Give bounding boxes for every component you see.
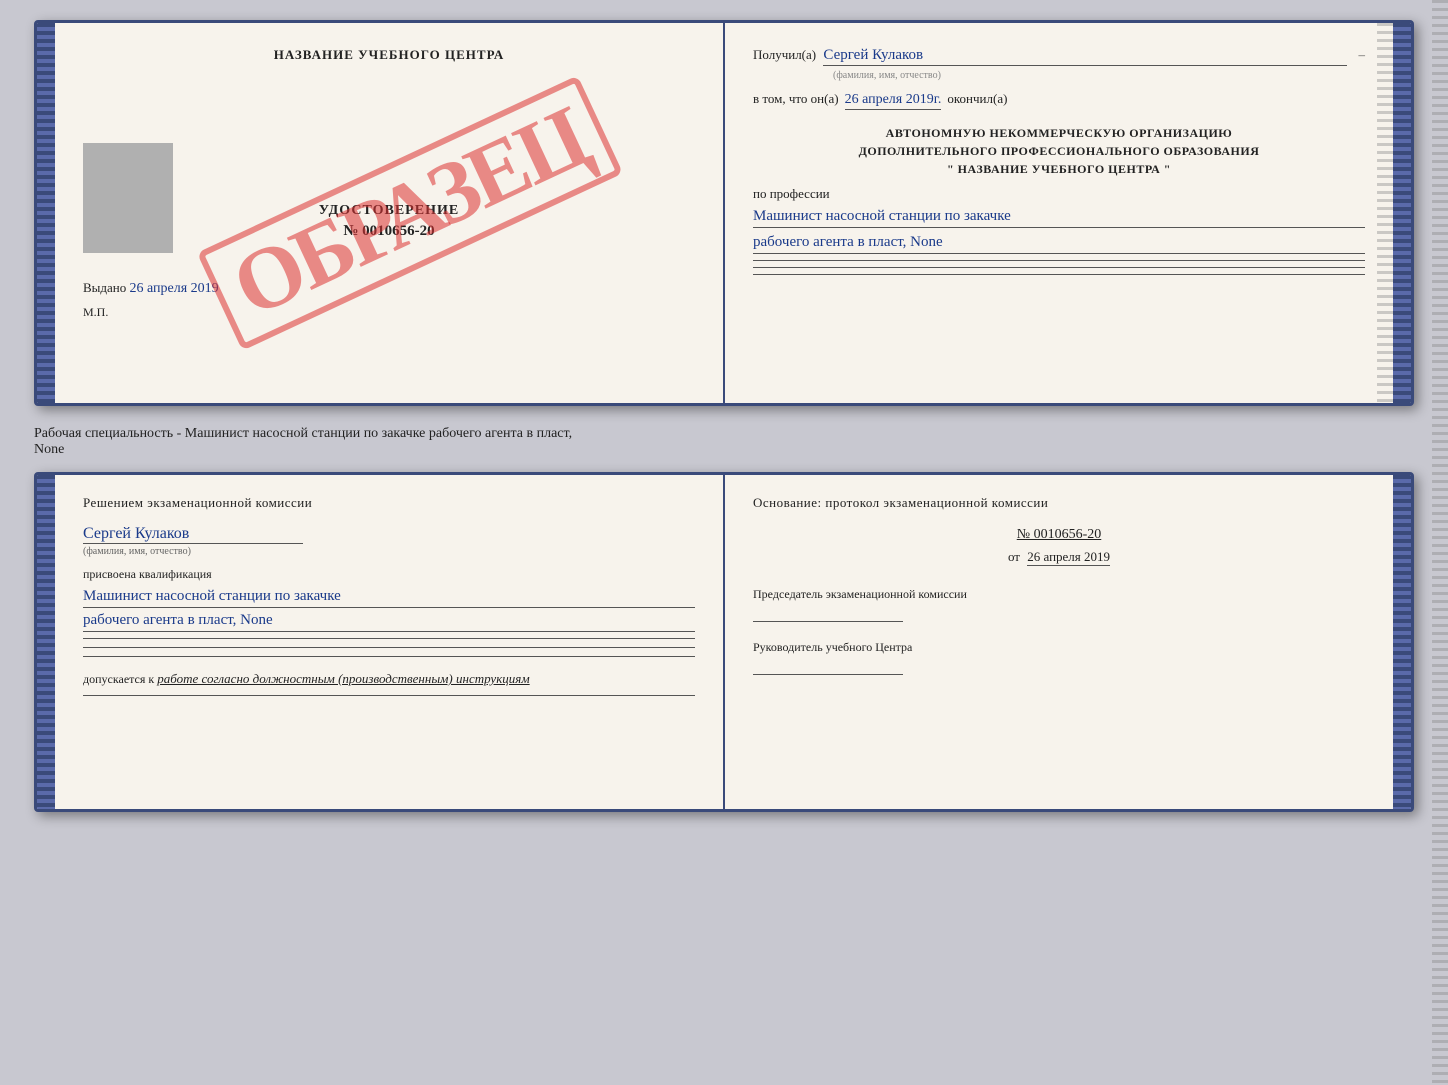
bottom-sep4 bbox=[83, 695, 695, 696]
bottom-right-page: Основание: протокол экзаменационной коми… bbox=[725, 475, 1393, 809]
org-line1: АВТОНОМНУЮ НЕКОММЕРЧЕСКУЮ ОРГАНИЗАЦИЮ bbox=[753, 124, 1365, 142]
prisvoena-label: присвоена квалификация bbox=[83, 567, 695, 582]
vtom-label: в том, что он(а) bbox=[753, 91, 839, 107]
photo-placeholder bbox=[83, 143, 173, 253]
between-line2: None bbox=[34, 442, 1414, 458]
bottom-document: Решением экзаменационной комиссии Сергей… bbox=[34, 472, 1414, 812]
bottom-date-row: от 26 апреля 2019 bbox=[753, 549, 1365, 565]
predsedatel-sig-line bbox=[753, 621, 903, 622]
poluchil-name: Сергей Кулаков bbox=[823, 47, 1346, 66]
poluchil-label: Получил(а) bbox=[753, 47, 816, 63]
bottom-right-border bbox=[1393, 475, 1411, 809]
bottom-sep1 bbox=[83, 638, 695, 639]
top-left-page: НАЗВАНИЕ УЧЕБНОГО ЦЕНТРА ОБРАЗЕЦ УДОСТОВ… bbox=[55, 23, 725, 403]
resheniem-label: Решением экзаменационной комиссии bbox=[83, 495, 695, 511]
ot-date: 26 апреля 2019 bbox=[1027, 549, 1110, 566]
poluchil-row: Получил(а) Сергей Кулаков – bbox=[753, 47, 1365, 66]
vydano-date: 26 апреля 2019 bbox=[130, 281, 219, 296]
bottom-sep2 bbox=[83, 647, 695, 648]
cert-school-name: НАЗВАНИЕ УЧЕБНОГО ЦЕНТРА bbox=[83, 47, 695, 63]
familiya-hint: (фамилия, имя, отчество) bbox=[833, 70, 1365, 81]
profession-line2: рабочего агента в пласт, None bbox=[753, 234, 1365, 254]
ot-label: от bbox=[1008, 549, 1020, 564]
bottom-name: Сергей Кулаков bbox=[83, 525, 303, 544]
bottom-profession-line2: рабочего агента в пласт, None bbox=[83, 612, 695, 632]
rukovoditel-label: Руководитель учебного Центра bbox=[753, 638, 1365, 656]
right-edge-decoration bbox=[1377, 23, 1393, 403]
bottom-left-border bbox=[37, 475, 55, 809]
bottom-number: № 0010656-20 bbox=[753, 527, 1365, 543]
separator2 bbox=[753, 267, 1365, 268]
cert-number: № 0010656-20 bbox=[83, 223, 695, 240]
separator1 bbox=[753, 260, 1365, 261]
vydano-row: Выдано 26 апреля 2019 bbox=[83, 280, 695, 297]
right-border-decoration bbox=[1393, 23, 1411, 403]
dopusk-value: работе согласно должностным (производств… bbox=[157, 671, 529, 686]
mp-label: М.П. bbox=[83, 305, 695, 320]
bottom-sep3 bbox=[83, 656, 695, 657]
dopusk-row: допускается к работе согласно должностны… bbox=[83, 671, 695, 687]
vtom-row: в том, что он(а) 26 апреля 2019г. окончи… bbox=[753, 91, 1365, 110]
osnovanie-label: Основание: протокол экзаменационной коми… bbox=[753, 495, 1365, 511]
org-line2: ДОПОЛНИТЕЛЬНОГО ПРОФЕССИОНАЛЬНОГО ОБРАЗО… bbox=[753, 142, 1365, 160]
between-line1: Рабочая специальность - Машинист насосно… bbox=[34, 426, 1414, 442]
okonchil-label: окончил(а) bbox=[947, 91, 1007, 107]
bottom-left-page: Решением экзаменационной комиссии Сергей… bbox=[55, 475, 725, 809]
rukovoditel-sig-line bbox=[753, 674, 903, 675]
predsedatel-label: Председатель экзаменационной комиссии bbox=[753, 585, 1365, 603]
dopusk-label: допускается к bbox=[83, 672, 154, 686]
org-line3: " НАЗВАНИЕ УЧЕБНОГО ЦЕНТРА " bbox=[753, 160, 1365, 178]
left-border-decoration bbox=[37, 23, 55, 403]
between-text-block: Рабочая специальность - Машинист насосно… bbox=[34, 422, 1414, 462]
udostoverenie-label: УДОСТОВЕРЕНИЕ bbox=[83, 203, 695, 219]
bottom-profession-line1: Машинист насосной станции по закачке bbox=[83, 588, 695, 608]
separator3 bbox=[753, 274, 1365, 275]
vtom-date: 26 апреля 2019г. bbox=[845, 92, 942, 110]
profession-line1: Машинист насосной станции по закачке bbox=[753, 208, 1365, 228]
vydano-label: Выдано bbox=[83, 280, 126, 295]
top-right-page: Получил(а) Сергей Кулаков – (фамилия, им… bbox=[725, 23, 1393, 403]
po-professii-label: по профессии bbox=[753, 186, 1365, 202]
org-name-block: АВТОНОМНУЮ НЕКОММЕРЧЕСКУЮ ОРГАНИЗАЦИЮ ДО… bbox=[753, 124, 1365, 178]
top-document: НАЗВАНИЕ УЧЕБНОГО ЦЕНТРА ОБРАЗЕЦ УДОСТОВ… bbox=[34, 20, 1414, 406]
bottom-familiya-hint: (фамилия, имя, отчество) bbox=[83, 546, 695, 557]
